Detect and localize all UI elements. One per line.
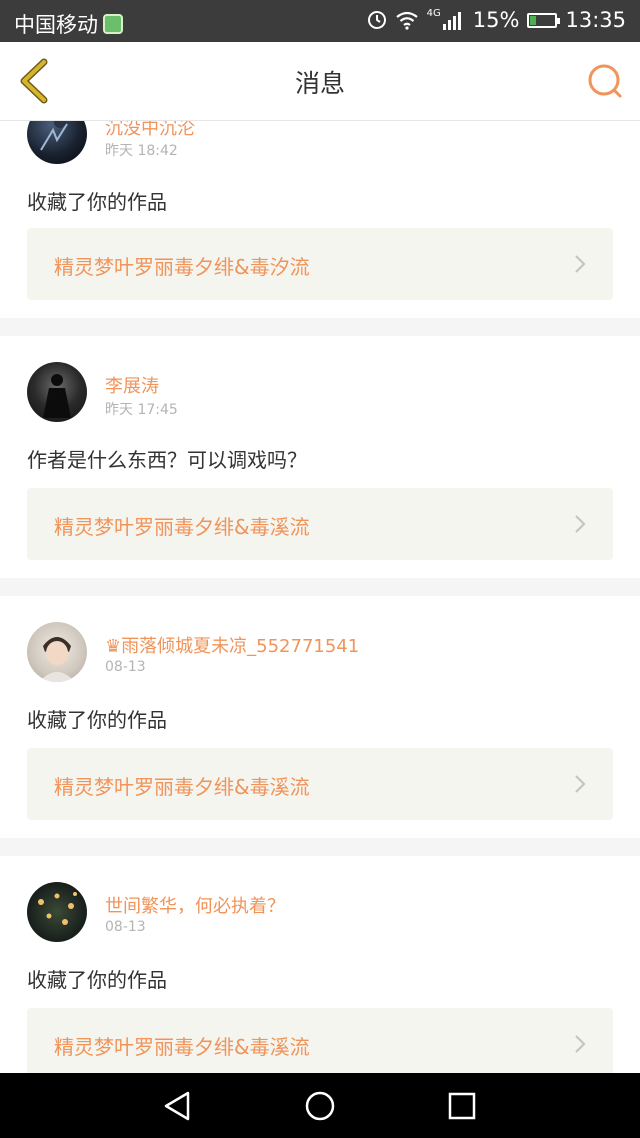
system-recent-icon[interactable] [445,1089,479,1123]
message-text: 收藏了你的作品 [27,708,167,732]
clock: 13:35 [565,8,626,32]
chevron-right-icon [575,1035,586,1053]
message-card[interactable]: 李展涛 昨天 17:45 作者是什么东西？可以调戏吗？ 精灵梦叶罗丽毒夕绯&毒溪… [0,336,640,578]
message-time: 08-13 [105,659,146,675]
avatar[interactable] [27,622,87,682]
work-title: 精灵梦叶罗丽毒夕绯&毒汐流 [54,255,310,279]
nav-bar: 消息 [0,42,640,121]
page-title: 消息 [294,69,345,98]
message-time: 08-13 [105,919,146,935]
work-link[interactable]: 精灵梦叶罗丽毒夕绯&毒溪流 [27,1008,613,1080]
signal-icon [442,12,461,30]
message-time: 昨天 17:45 [105,402,178,418]
chevron-right-icon [575,255,586,273]
message-card[interactable]: 世间繁华，何必执着？ 08-13 收藏了你的作品 精灵梦叶罗丽毒夕绯&毒溪流 [0,856,640,1086]
message-text: 收藏了你的作品 [27,190,167,214]
user-name[interactable]: 李展涛 [105,372,159,398]
carrier-app-icon [103,14,123,34]
carrier-area: 中国移动 [14,9,123,39]
chevron-right-icon [575,515,586,533]
avatar[interactable] [27,362,87,422]
alarm-icon [367,11,386,29]
message-card[interactable]: 沉没中沉沦 昨天 18:42 收藏了你的作品 精灵梦叶罗丽毒夕绯&毒汐流 [0,90,640,318]
message-text: 作者是什么东西？可以调戏吗？ [27,448,307,472]
avatar[interactable] [27,882,87,942]
battery-percent: 15% [472,8,520,32]
message-time: 昨天 18:42 [105,143,178,159]
search-button[interactable] [586,62,624,100]
system-nav-bar [0,1073,640,1138]
work-title: 精灵梦叶罗丽毒夕绯&毒溪流 [54,1035,310,1059]
work-title: 精灵梦叶罗丽毒夕绯&毒溪流 [54,515,310,539]
message-card[interactable]: ♛雨落倾城夏未凉_552771541 08-13 收藏了你的作品 精灵梦叶罗丽毒… [0,596,640,838]
work-link[interactable]: 精灵梦叶罗丽毒夕绯&毒溪流 [27,488,613,560]
status-indicators: 4G 15% 13:35 [367,8,626,32]
network-type: 4G [426,7,441,19]
system-home-icon[interactable] [303,1089,337,1123]
system-back-icon[interactable] [160,1089,194,1123]
chevron-right-icon [575,775,586,793]
work-link[interactable]: 精灵梦叶罗丽毒夕绯&毒溪流 [27,748,613,820]
wifi-icon [395,11,418,30]
carrier-name: 中国移动 [14,13,98,37]
user-name[interactable]: 世间繁华，何必执着？ [105,892,285,918]
status-bar: 中国移动 4G 15% 13:35 [0,0,640,42]
message-text: 收藏了你的作品 [27,968,167,992]
work-title: 精灵梦叶罗丽毒夕绯&毒溪流 [54,775,310,799]
user-name[interactable]: ♛雨落倾城夏未凉_552771541 [105,632,359,658]
work-link[interactable]: 精灵梦叶罗丽毒夕绯&毒汐流 [27,228,613,300]
battery-icon [527,12,561,28]
